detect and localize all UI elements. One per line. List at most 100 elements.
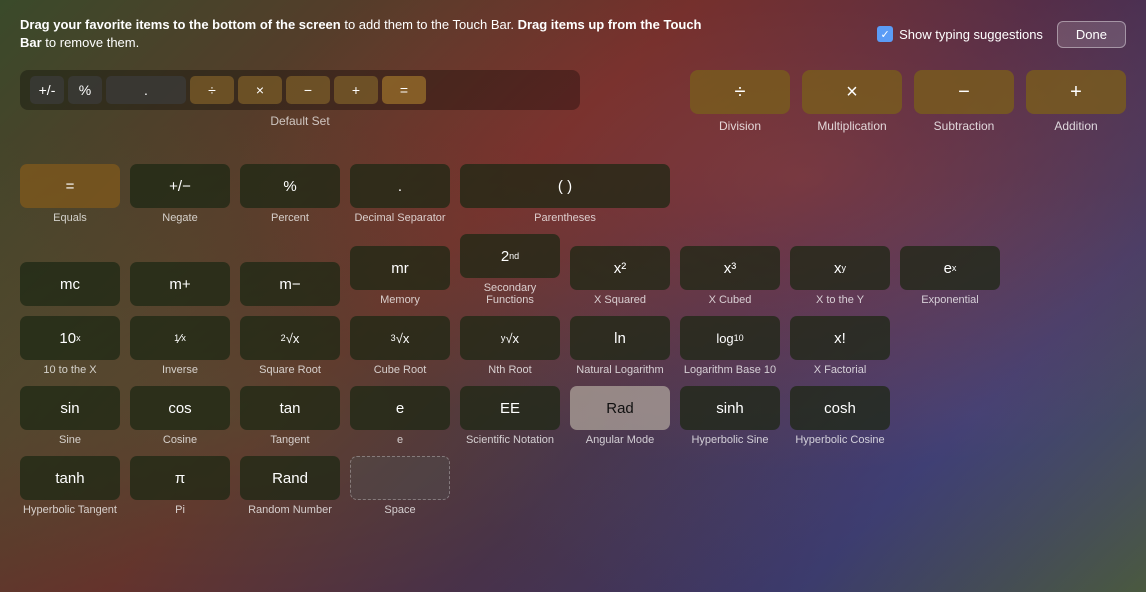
ds-negate-button[interactable]: +/- (30, 76, 64, 104)
division-label: Division (719, 119, 761, 133)
tan-item: tan Tangent (240, 386, 340, 446)
cbrt-label: Cube Root (374, 364, 427, 376)
inverse-label: Inverse (162, 364, 198, 376)
nthroot-label: Nth Root (488, 364, 531, 376)
nthroot-button[interactable]: y√x (460, 316, 560, 360)
sin-button[interactable]: sin (20, 386, 120, 430)
ds-add-button[interactable]: + (334, 76, 378, 104)
ln-button[interactable]: ln (570, 316, 670, 360)
xsquared-label: X Squared (594, 294, 646, 306)
negate-button[interactable]: +/− (130, 164, 230, 208)
sin-item: sin Sine (20, 386, 120, 446)
pi-label: Pi (175, 504, 185, 516)
rad-label: Angular Mode (586, 434, 655, 446)
ee-item: EE Scientific Notation (460, 386, 560, 446)
cosh-label: Hyperbolic Cosine (795, 434, 884, 446)
equals-button[interactable]: = (20, 164, 120, 208)
show-typing-label: Show typing suggestions (899, 27, 1043, 42)
ds-multiply-button[interactable]: × (238, 76, 282, 104)
parens-label: Parentheses (534, 212, 596, 224)
ds-equals-button[interactable]: = (382, 76, 426, 104)
rand-item: Rand Random Number (240, 456, 340, 516)
rad-button[interactable]: Rad (570, 386, 670, 430)
header: Drag your favorite items to the bottom o… (20, 16, 1126, 52)
default-set-section: +/- % . ÷ × − + = Default Set (20, 70, 580, 128)
mc-button[interactable]: mc (20, 262, 120, 306)
tanh-label: Hyperbolic Tangent (23, 504, 117, 516)
default-set-bar: +/- % . ÷ × − + = (20, 70, 580, 110)
cbrt-button[interactable]: 3√x (350, 316, 450, 360)
tanh-button[interactable]: tanh (20, 456, 120, 500)
ds-decimal-button[interactable]: . (106, 76, 186, 104)
show-typing-checkbox[interactable]: ✓ (877, 26, 893, 42)
equals-label: Equals (53, 212, 87, 224)
space-button[interactable] (350, 456, 450, 500)
cosh-button[interactable]: cosh (790, 386, 890, 430)
sqrt-item: 2√x Square Root (240, 316, 340, 376)
decimal-button[interactable]: . (350, 164, 450, 208)
decimal-label: Decimal Separator (354, 212, 445, 224)
sqrt-button[interactable]: 2√x (240, 316, 340, 360)
ee-label: Scientific Notation (466, 434, 554, 446)
parens-button[interactable]: ( ) (460, 164, 670, 208)
mminus-item: m− (240, 262, 340, 306)
division-button[interactable]: ÷ (690, 70, 790, 114)
ln-label: Natural Logarithm (576, 364, 663, 376)
percent-item: % Percent (240, 164, 340, 224)
pi-button[interactable]: π (130, 456, 230, 500)
xsquared-button[interactable]: x² (570, 246, 670, 290)
mr-item: mr Memory (350, 246, 450, 306)
ds-percent-button[interactable]: % (68, 76, 102, 104)
rand-button[interactable]: Rand (240, 456, 340, 500)
sinh-button[interactable]: sinh (680, 386, 780, 430)
log10-button[interactable]: log10 (680, 316, 780, 360)
negate-label: Negate (162, 212, 197, 224)
mc-item: mc (20, 262, 120, 306)
percent-button[interactable]: % (240, 164, 340, 208)
mplus-button[interactable]: m+ (130, 262, 230, 306)
subtraction-button[interactable]: − (914, 70, 1014, 114)
instruction-text: Drag your favorite items to the bottom o… (20, 16, 720, 52)
addition-label: Addition (1054, 119, 1097, 133)
log10-item: log10 Logarithm Base 10 (680, 316, 780, 376)
cos-item: cos Cosine (130, 386, 230, 446)
sinh-label: Hyperbolic Sine (691, 434, 768, 446)
tan-label: Tangent (270, 434, 309, 446)
cos-label: Cosine (163, 434, 197, 446)
row-4: sin Sine cos Cosine tan Tangent e e EE S… (20, 386, 1126, 446)
multiplication-item: × Multiplication (802, 70, 902, 133)
row-3: 10x 10 to the X 1⁄x Inverse 2√x Square R… (20, 316, 1126, 376)
cos-button[interactable]: cos (130, 386, 230, 430)
header-right: ✓ Show typing suggestions Done (877, 21, 1126, 48)
xfact-button[interactable]: x! (790, 316, 890, 360)
xcubed-button[interactable]: x³ (680, 246, 780, 290)
multiplication-button[interactable]: × (802, 70, 902, 114)
mr-button[interactable]: mr (350, 246, 450, 290)
ee-button[interactable]: EE (460, 386, 560, 430)
tanh-item: tanh Hyperbolic Tangent (20, 456, 120, 516)
negate-item: +/− Negate (130, 164, 230, 224)
mplus-item: m+ (130, 262, 230, 306)
rad-item: Rad Angular Mode (570, 386, 670, 446)
xcubed-item: x³ X Cubed (680, 246, 780, 306)
secondary-button[interactable]: 2nd (460, 234, 560, 278)
cbrt-item: 3√x Cube Root (350, 316, 450, 376)
inverse-item: 1⁄x Inverse (130, 316, 230, 376)
10tox-button[interactable]: 10x (20, 316, 120, 360)
inverse-button[interactable]: 1⁄x (130, 316, 230, 360)
mminus-button[interactable]: m− (240, 262, 340, 306)
ds-divide-button[interactable]: ÷ (190, 76, 234, 104)
xtoy-button[interactable]: xy (790, 246, 890, 290)
exp-button[interactable]: ex (900, 246, 1000, 290)
decimal-item: . Decimal Separator (350, 164, 450, 224)
exp-item: ex Exponential (900, 246, 1000, 306)
show-typing-option[interactable]: ✓ Show typing suggestions (877, 26, 1043, 42)
tan-button[interactable]: tan (240, 386, 340, 430)
done-button[interactable]: Done (1057, 21, 1126, 48)
ds-subtract-button[interactable]: − (286, 76, 330, 104)
addition-button[interactable]: + (1026, 70, 1126, 114)
parens-item: ( ) Parentheses (460, 164, 670, 224)
e-button[interactable]: e (350, 386, 450, 430)
10tox-item: 10x 10 to the X (20, 316, 120, 376)
nthroot-item: y√x Nth Root (460, 316, 560, 376)
